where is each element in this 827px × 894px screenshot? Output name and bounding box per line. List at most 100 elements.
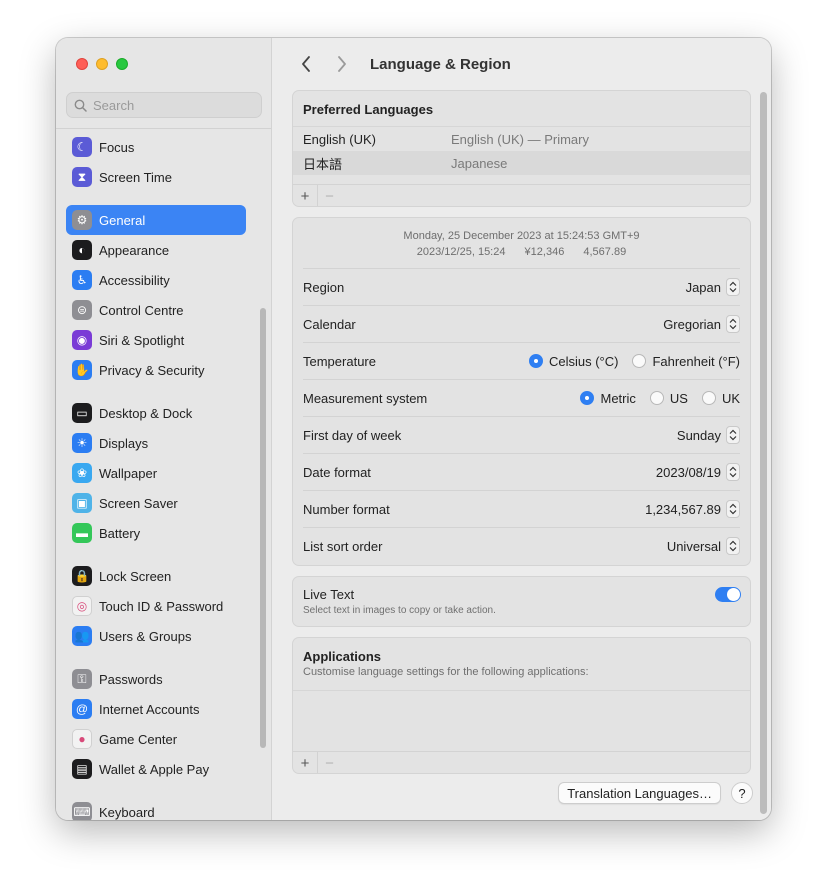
sidebar-item-accessibility[interactable]: ♿ Accessibility [66, 265, 246, 295]
sidebar-item-game-center[interactable]: ● Game Center [66, 724, 246, 754]
applications-list[interactable] [293, 691, 750, 751]
main-pane: Language & Region Preferred Languages En… [272, 38, 771, 820]
date-format-row: Date format 2023/08/19 [303, 453, 740, 490]
temperature-row: Temperature Celsius (°C) Fahrenheit (°F) [303, 342, 740, 379]
sidebar-item-label: Wallet & Apple Pay [99, 761, 210, 777]
list-sort-row: List sort order Universal [303, 527, 740, 564]
region-label: Region [303, 279, 345, 295]
search-input[interactable] [93, 97, 243, 113]
sidebar-item-privacy-security[interactable]: ✋ Privacy & Security [66, 355, 246, 385]
region-format-card: Monday, 25 December 2023 at 15:24:53 GMT… [292, 217, 751, 566]
list-sort-popup[interactable]: Universal [667, 537, 740, 555]
date-format-popup[interactable]: 2023/08/19 [656, 463, 740, 481]
sidebar-item-appearance[interactable]: ◐ Appearance [66, 235, 246, 265]
uk-label: UK [721, 390, 740, 406]
preview-number: 4,567.89 [583, 246, 627, 258]
language-detail: English (UK) — Primary [451, 131, 589, 147]
updown-icon [726, 463, 740, 481]
number-format-popup[interactable]: 1,234,567.89 [645, 500, 740, 518]
sidebar-item-control-centre[interactable]: ⊜ Control Centre [66, 295, 246, 325]
sidebar-item-label: Keyboard [99, 804, 155, 820]
minimize-button[interactable] [96, 58, 108, 70]
control-centre-icon: ⊜ [72, 300, 92, 320]
dock-icon: ▭ [72, 403, 92, 423]
live-text-toggle[interactable] [715, 587, 741, 602]
language-detail: Japanese [451, 155, 508, 171]
updown-icon [726, 500, 740, 518]
calendar-popup[interactable]: Gregorian [663, 315, 740, 333]
language-name: English (UK) [303, 131, 376, 147]
updown-icon [726, 537, 740, 555]
sidebar-item-touch-id-password[interactable]: ◎ Touch ID & Password [66, 591, 246, 621]
sidebar-item-passwords[interactable]: ⚿ Passwords [66, 664, 246, 694]
calendar-row: Calendar Gregorian [303, 305, 740, 342]
region-row: Region Japan [303, 268, 740, 305]
forward-button[interactable] [328, 52, 356, 76]
region-popup[interactable]: Japan [686, 278, 740, 296]
language-row[interactable]: 日本語 Japanese [293, 151, 750, 175]
fahrenheit-radio[interactable]: Fahrenheit (°F) [632, 354, 740, 369]
translation-languages-button[interactable]: Translation Languages… [558, 782, 721, 804]
language-name: 日本語 [303, 156, 343, 172]
radio-unselected-icon [632, 354, 647, 368]
remove-language-button[interactable]: − [317, 184, 341, 206]
sidebar-item-desktop-dock[interactable]: ▭ Desktop & Dock [66, 398, 246, 428]
sidebar-item-battery[interactable]: ▬ Battery [66, 518, 246, 548]
applications-add-remove-bar: + − [293, 751, 750, 774]
radio-selected-icon [528, 354, 543, 368]
sidebar-item-focus[interactable]: ☾ Focus [66, 132, 246, 162]
help-button[interactable]: ? [731, 782, 753, 804]
measurement-label: Measurement system [303, 390, 428, 406]
keyboard-icon: ⌨ [72, 802, 92, 820]
sidebar-item-label: Internet Accounts [99, 701, 200, 717]
sidebar-item-siri-spotlight[interactable]: ◉ Siri & Spotlight [66, 325, 246, 355]
screen-saver-icon: ▣ [72, 493, 92, 513]
sidebar-item-users-groups[interactable]: 👥 Users & Groups [66, 621, 246, 651]
lock-icon: 🔒 [72, 566, 92, 586]
close-button[interactable] [76, 58, 88, 70]
sidebar-item-screen-time[interactable]: ⧗ Screen Time [66, 162, 246, 192]
sidebar-item-wallpaper[interactable]: ❀ Wallpaper [66, 458, 246, 488]
search-field[interactable] [66, 92, 262, 118]
remove-application-button[interactable]: − [317, 751, 341, 773]
game-center-icon: ● [72, 729, 92, 749]
add-application-button[interactable]: + [293, 752, 317, 774]
language-row[interactable]: English (UK) English (UK) — Primary [293, 127, 750, 151]
sidebar-item-keyboard[interactable]: ⌨ Keyboard [66, 797, 246, 820]
celsius-radio[interactable]: Celsius (°C) [528, 354, 618, 369]
sidebar-item-wallet-apple-pay[interactable]: ▤ Wallet & Apple Pay [66, 754, 246, 784]
sun-icon: ☀ [72, 433, 92, 453]
first-day-popup[interactable]: Sunday [677, 426, 740, 444]
sidebar-item-internet-accounts[interactable]: @ Internet Accounts [66, 694, 246, 724]
sidebar-item-label: Appearance [99, 242, 170, 258]
temperature-radio-group: Celsius (°C) Fahrenheit (°F) [528, 354, 740, 369]
sidebar-item-label: Desktop & Dock [99, 405, 193, 421]
preferred-languages-title: Preferred Languages [303, 102, 434, 117]
sidebar-nav: ☾ Focus ⧗ Screen Time ⚙ General ◐ Appearance ♿ Ac… [66, 132, 246, 820]
back-button[interactable] [292, 52, 320, 76]
sidebar-item-lock-screen[interactable]: 🔒 Lock Screen [66, 561, 246, 591]
list-sort-value: Universal [666, 538, 721, 554]
sidebar-item-general[interactable]: ⚙ General [66, 205, 246, 235]
radio-unselected-icon [701, 391, 716, 405]
add-language-button[interactable]: + [293, 185, 317, 207]
calendar-label: Calendar [303, 316, 356, 332]
measurement-row: Measurement system Metric US UK [303, 379, 740, 416]
us-radio[interactable]: US [649, 391, 688, 406]
sidebar-scrollbar[interactable] [260, 308, 266, 748]
sidebar-item-screen-saver[interactable]: ▣ Screen Saver [66, 488, 246, 518]
measurement-radio-group: Metric US UK [580, 391, 740, 406]
sidebar-item-displays[interactable]: ☀ Displays [66, 428, 246, 458]
updown-icon [726, 426, 740, 444]
uk-radio[interactable]: UK [701, 390, 740, 406]
window-controls [76, 58, 128, 70]
zoom-button[interactable] [116, 58, 128, 70]
metric-radio[interactable]: Metric [580, 391, 636, 406]
applications-subtitle: Customise language settings for the foll… [303, 666, 589, 678]
sidebar-item-label: Privacy & Security [99, 362, 205, 378]
main-scrollbar[interactable] [760, 92, 767, 814]
accessibility-icon: ♿ [72, 270, 92, 290]
live-text-subtitle: Select text in images to copy or take ac… [303, 605, 496, 616]
sidebar-item-label: General [99, 212, 146, 228]
date-format-value: 2023/08/19 [655, 464, 721, 480]
